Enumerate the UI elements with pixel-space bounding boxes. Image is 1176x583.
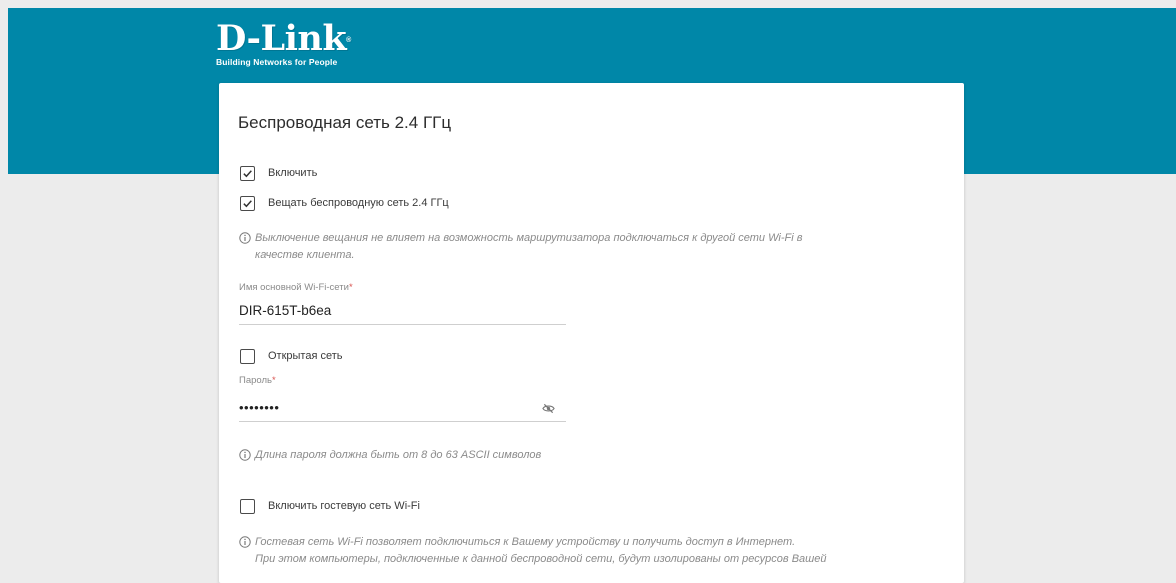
password-label: Пароль* (239, 375, 276, 386)
open-network-checkbox[interactable] (240, 348, 255, 364)
password-note: Длина пароля должна быть от 8 до 63 ASCI… (255, 449, 542, 461)
ssid-label: Имя основной Wi-Fi-сети* (239, 282, 353, 293)
info-icon (239, 232, 251, 244)
password-value: •••••••• (239, 400, 280, 415)
enable-checkbox[interactable] (240, 165, 255, 181)
page-title: Беспроводная сеть 2.4 ГГц (238, 113, 452, 132)
guest-note: Гостевая сеть Wi-Fi позволяет подключить… (255, 536, 827, 565)
broadcast-checkbox[interactable] (240, 195, 255, 211)
open-network-row: Открытая сеть (240, 347, 343, 365)
wifi-settings-card: Беспроводная сеть 2.4 ГГц Включить Вещат… (219, 83, 964, 583)
broadcast-label: Вещать беспроводную сеть 2.4 ГГц (268, 197, 449, 209)
logo-mark: D-Link® (216, 18, 351, 59)
check-icon (243, 169, 252, 177)
guest-network-label: Включить гостевую сеть Wi-Fi (268, 500, 420, 512)
logo-tagline: Building Networks for People (216, 57, 338, 67)
eye-slash-icon[interactable] (542, 402, 555, 415)
ssid-value: DIR-615T-b6ea (239, 303, 332, 318)
open-network-label: Открытая сеть (268, 350, 343, 362)
guest-network-checkbox[interactable] (240, 498, 255, 514)
enable-row: Включить (240, 164, 317, 182)
guest-network-row: Включить гостевую сеть Wi-Fi (240, 497, 420, 515)
enable-label: Включить (268, 167, 318, 179)
broadcast-note: Выключение вещания не влияет на возможно… (255, 232, 803, 261)
info-icon (239, 449, 251, 461)
guest-info: Гостевая сеть Wi-Fi позволяет подключить… (239, 534, 827, 568)
dlink-logo[interactable]: D-Link® Building Networks for People (216, 18, 351, 67)
broadcast-row: Вещать беспроводную сеть 2.4 ГГц (240, 194, 449, 212)
broadcast-info: Выключение вещания не влияет на возможно… (239, 230, 802, 264)
password-info: Длина пароля должна быть от 8 до 63 ASCI… (239, 447, 541, 464)
check-icon (243, 199, 252, 207)
ssid-input[interactable]: DIR-615T-b6ea (239, 299, 566, 325)
password-input[interactable]: •••••••• (239, 396, 566, 422)
info-icon (239, 536, 251, 548)
